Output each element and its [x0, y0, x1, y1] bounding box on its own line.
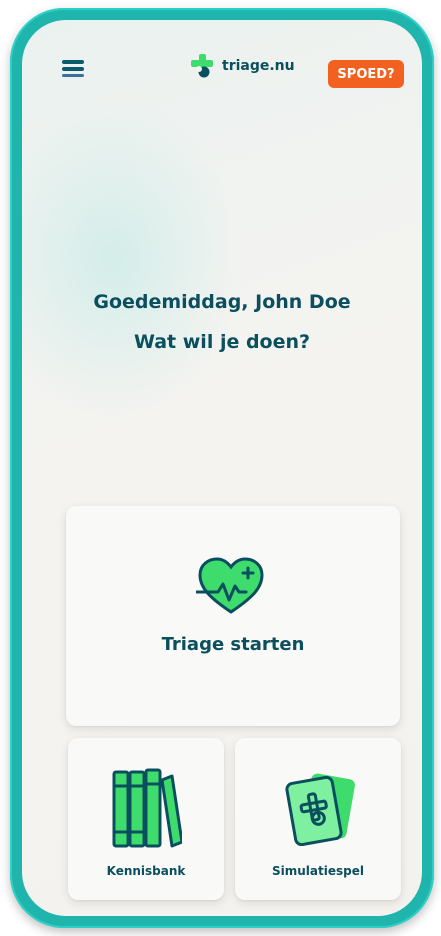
cards-icon — [285, 773, 355, 846]
heart-pulse-icon — [196, 557, 264, 614]
prompt-text: Wat wil je doen? — [133, 331, 311, 353]
device-frame: triage.nu SPOED? Goedemiddag, John Doe W… — [10, 8, 434, 928]
emergency-button[interactable]: SPOED? — [328, 60, 404, 88]
brand-name: triage.nu — [222, 58, 295, 74]
simulation-game-card[interactable]: Simulatiespel — [235, 738, 401, 900]
brand-logo[interactable]: triage.nu — [190, 52, 295, 80]
app-screen: triage.nu SPOED? Goedemiddag, John Doe W… — [22, 20, 422, 916]
start-triage-card[interactable]: Triage starten — [66, 506, 400, 726]
top-bar: triage.nu SPOED? — [22, 20, 422, 96]
hamburger-menu-icon[interactable] — [62, 58, 86, 82]
knowledge-base-card[interactable]: Kennisbank — [68, 738, 224, 900]
books-icon — [112, 768, 182, 848]
greeting-text: Goedemiddag, John Doe — [93, 291, 351, 313]
knowledge-base-label: Kennisbank — [106, 864, 186, 878]
greeting-block: Goedemiddag, John Doe Wat wil je doen? — [22, 282, 422, 362]
start-triage-label: Triage starten — [161, 634, 305, 655]
triage-cross-logo-icon — [191, 54, 213, 78]
simulation-game-label: Simulatiespel — [272, 864, 364, 878]
